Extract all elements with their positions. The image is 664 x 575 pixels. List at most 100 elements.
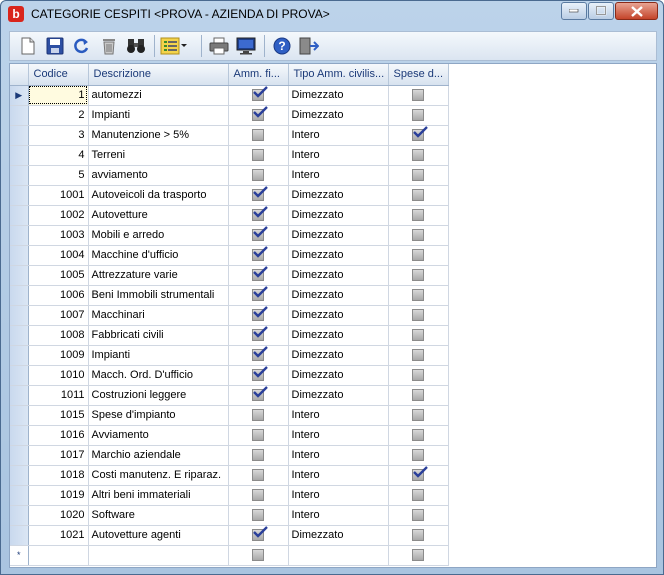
title-bar[interactable]: b CATEGORIE CESPITI <PROVA - AZIENDA DI …	[1, 1, 663, 29]
codice-cell[interactable]: 5	[28, 165, 89, 186]
row-selector[interactable]: ▶	[10, 85, 29, 106]
amm-fiscale-checkbox[interactable]	[252, 226, 268, 242]
codice-cell[interactable]: 1001	[28, 185, 89, 206]
spese-checkbox[interactable]	[412, 126, 428, 142]
spese-checkbox[interactable]	[412, 449, 424, 462]
descrizione-cell[interactable]: Macchinari	[88, 305, 229, 326]
descrizione-cell[interactable]: Autovetture	[88, 205, 229, 226]
row-selector[interactable]	[10, 285, 29, 306]
spese-checkbox[interactable]	[412, 309, 424, 322]
spese-checkbox[interactable]	[412, 169, 424, 182]
spese-cell[interactable]	[388, 85, 449, 106]
spese-checkbox[interactable]	[412, 389, 424, 402]
table-row[interactable]: 5 avviamento Intero	[10, 165, 449, 186]
table-row[interactable]: 1019 Altri beni immateriali Intero	[10, 485, 449, 506]
new-record-row[interactable]: *	[10, 545, 449, 566]
row-selector[interactable]	[10, 525, 29, 546]
amm-fiscale-checkbox[interactable]	[252, 366, 268, 382]
tipo-amm-cell[interactable]: Intero	[288, 425, 389, 446]
minimize-button[interactable]	[561, 2, 587, 20]
spese-cell[interactable]	[388, 405, 449, 426]
spese-cell[interactable]	[388, 545, 449, 566]
descrizione-cell[interactable]: Avviamento	[88, 425, 229, 446]
spese-checkbox[interactable]	[412, 369, 424, 382]
tipo-amm-cell[interactable]: Dimezzato	[288, 205, 389, 226]
codice-cell[interactable]: 1005	[28, 265, 89, 286]
amm-fiscale-cell[interactable]	[228, 325, 289, 346]
tipo-amm-cell[interactable]: Intero	[288, 505, 389, 526]
row-selector[interactable]	[10, 405, 29, 426]
row-selector-header[interactable]	[10, 64, 29, 86]
table-row[interactable]: 1016 Avviamento Intero	[10, 425, 449, 446]
spese-checkbox[interactable]	[412, 429, 424, 442]
app-logo-icon[interactable]: b	[8, 6, 24, 22]
table-row[interactable]: 3 Manutenzione > 5% Intero	[10, 125, 449, 146]
amm-fiscale-checkbox[interactable]	[252, 106, 268, 122]
preview-button[interactable]	[234, 34, 258, 58]
tipo-amm-cell[interactable]: Dimezzato	[288, 385, 389, 406]
tipo-amm-cell[interactable]: Intero	[288, 485, 389, 506]
tipo-amm-cell[interactable]: Intero	[288, 125, 389, 146]
amm-fiscale-cell[interactable]	[228, 185, 289, 206]
row-selector[interactable]	[10, 465, 29, 486]
table-row[interactable]: 1015 Spese d'impianto Intero	[10, 405, 449, 426]
row-selector[interactable]	[10, 225, 29, 246]
codice-cell[interactable]: 1020	[28, 505, 89, 526]
codice-cell[interactable]: 1004	[28, 245, 89, 266]
amm-fiscale-cell[interactable]	[228, 405, 289, 426]
codice-cell[interactable]	[28, 545, 89, 566]
spese-checkbox[interactable]	[412, 409, 424, 422]
new-button[interactable]	[16, 34, 40, 58]
codice-cell[interactable]: 1019	[28, 485, 89, 506]
row-selector[interactable]	[10, 505, 29, 526]
row-selector[interactable]	[10, 385, 29, 406]
amm-fiscale-cell[interactable]	[228, 445, 289, 466]
spese-checkbox[interactable]	[412, 529, 424, 542]
row-selector[interactable]	[10, 365, 29, 386]
row-selector[interactable]	[10, 165, 29, 186]
row-selector[interactable]	[10, 305, 29, 326]
tipo-amm-cell[interactable]: Dimezzato	[288, 305, 389, 326]
table-row[interactable]: 1021 Autovetture agenti Dimezzato	[10, 525, 449, 546]
descrizione-cell[interactable]: Impianti	[88, 105, 229, 126]
amm-fiscale-checkbox[interactable]	[252, 149, 264, 162]
spese-cell[interactable]	[388, 125, 449, 146]
descrizione-cell[interactable]: Altri beni immateriali	[88, 485, 229, 506]
amm-fiscale-cell[interactable]	[228, 145, 289, 166]
codice-cell[interactable]: 1	[28, 85, 89, 106]
descrizione-cell[interactable]: Attrezzature varie	[88, 265, 229, 286]
table-row[interactable]: 1006 Beni Immobili strumentali Dimezzato	[10, 285, 449, 306]
descrizione-cell[interactable]: avviamento	[88, 165, 229, 186]
spese-cell[interactable]	[388, 165, 449, 186]
amm-fiscale-cell[interactable]	[228, 265, 289, 286]
tipo-amm-cell[interactable]: Dimezzato	[288, 265, 389, 286]
table-row[interactable]: 1011 Costruzioni leggere Dimezzato	[10, 385, 449, 406]
tipo-amm-cell[interactable]: Intero	[288, 445, 389, 466]
descrizione-cell[interactable]: Impianti	[88, 345, 229, 366]
amm-fiscale-checkbox[interactable]	[252, 246, 268, 262]
spese-cell[interactable]	[388, 365, 449, 386]
codice-cell[interactable]: 1011	[28, 385, 89, 406]
tipo-amm-cell[interactable]: Dimezzato	[288, 345, 389, 366]
row-selector[interactable]	[10, 325, 29, 346]
row-selector[interactable]	[10, 345, 29, 366]
column-header-tipo-amm-civilistico[interactable]: Tipo Amm. civilis...	[288, 64, 389, 86]
row-selector[interactable]	[10, 125, 29, 146]
amm-fiscale-cell[interactable]	[228, 545, 289, 566]
spese-checkbox[interactable]	[412, 549, 424, 562]
amm-fiscale-cell[interactable]	[228, 165, 289, 186]
amm-fiscale-cell[interactable]	[228, 345, 289, 366]
spese-checkbox[interactable]	[412, 89, 424, 102]
spese-cell[interactable]	[388, 525, 449, 546]
row-selector[interactable]	[10, 485, 29, 506]
amm-fiscale-checkbox[interactable]	[252, 346, 268, 362]
amm-fiscale-cell[interactable]	[228, 225, 289, 246]
column-header-descrizione[interactable]: Descrizione	[88, 64, 229, 86]
codice-cell[interactable]: 1003	[28, 225, 89, 246]
amm-fiscale-cell[interactable]	[228, 505, 289, 526]
tipo-amm-cell[interactable]: Dimezzato	[288, 525, 389, 546]
row-selector[interactable]	[10, 205, 29, 226]
amm-fiscale-cell[interactable]	[228, 285, 289, 306]
row-selector[interactable]	[10, 145, 29, 166]
search-button[interactable]	[124, 34, 148, 58]
